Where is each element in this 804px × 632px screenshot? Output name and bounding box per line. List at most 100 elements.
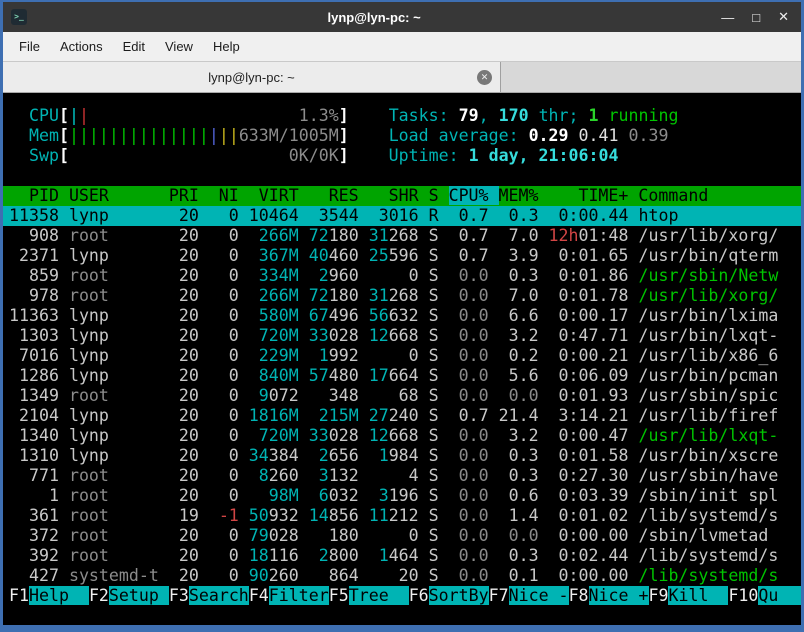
user-cell: root [69,466,169,485]
user-cell: root [69,546,169,565]
process-row[interactable]: 361 root 19 -1 50932 14856 11212 S 0.0 1… [3,506,801,526]
shr-cell: 3 [369,486,389,505]
user-cell: root [69,286,169,305]
fkey-f10[interactable]: F10Qu [728,586,801,605]
fkey-f3[interactable]: F3Search [169,586,249,605]
time-cell: 0:00.00 [549,526,639,545]
virt-cell: 266M [249,286,309,305]
fkey-f2[interactable]: F2Setup [89,586,169,605]
time-cell: 0:01.65 [549,246,639,265]
state-cell: S [429,386,449,405]
virt-cell: 840M [249,366,309,385]
process-row[interactable]: 1303 lynp 20 0 720M 33028 12668 S 0.0 3.… [3,326,801,346]
cpu-cell: 0.7 [449,406,499,425]
command-cell: /lib/systemd/s [638,506,778,525]
process-row[interactable]: 2371 lynp 20 0 367M 40460 25596 S 0.7 3.… [3,246,801,266]
virt-cell: 9 [249,386,269,405]
fkey-f5[interactable]: F5Tree [329,586,409,605]
nice-cell: 0 [209,446,249,465]
command-cell: /usr/bin/lxima [638,306,778,325]
process-row[interactable]: 392 root 20 0 18116 2800 1464 S 0.0 0.3 … [3,546,801,566]
tab-close-icon[interactable]: ✕ [477,70,492,85]
process-row[interactable]: 1 root 20 0 98M 6032 3196 S 0.0 0.6 0:03… [3,486,801,506]
state-cell: S [429,466,449,485]
priority-cell: 20 [169,466,209,485]
mem-cell: 3.2 [499,326,549,345]
state-cell: S [429,506,449,525]
process-table-header[interactable]: PID USER PRI NI VIRT RES SHR S CPU% MEM%… [3,186,801,206]
fkey-f8[interactable]: F8Nice + [569,586,649,605]
virt-cell: 116 [269,546,309,565]
res-cell: 72 [309,286,329,305]
priority-cell: 20 [169,526,209,545]
process-row[interactable]: 978 root 20 0 266M 72180 31268 S 0.0 7.0… [3,286,801,306]
res-cell: 960 [329,266,369,285]
cpu-cell: 0.0 [449,306,499,325]
shr-cell: 27 [369,406,389,425]
menu-item-edit[interactable]: Edit [113,34,155,59]
fkey-f7[interactable]: F7Nice - [489,586,569,605]
sort-column-header[interactable]: CPU% [449,186,499,205]
swp-meter-line: Swp[ 0K/0K] Uptime: 1 day, 21:06:04 [3,146,801,166]
nice-cell: 0 [209,206,249,225]
shr-cell: 984 [389,446,429,465]
process-row[interactable]: 1286 lynp 20 0 840M 57480 17664 S 0.0 5.… [3,366,801,386]
process-row[interactable]: 372 root 20 0 79028 180 0 S 0.0 0.0 0:00… [3,526,801,546]
process-row[interactable]: 908 root 20 0 266M 72180 31268 S 0.7 7.0… [3,226,801,246]
fkey-f9[interactable]: F9Kill [649,586,729,605]
virt-cell: 367M [249,246,309,265]
command-cell: /usr/lib/xorg/ [638,226,778,245]
close-button[interactable]: ✕ [778,9,789,25]
res-cell: 215M [309,406,369,425]
nice-cell: 0 [209,266,249,285]
virt-cell: 50 [249,506,269,525]
cpu-cell: 0.0 [449,386,499,405]
nice-cell: 0 [209,426,249,445]
mem-cell: 5.6 [499,366,549,385]
process-row[interactable]: 11363 lynp 20 0 580M 67496 56632 S 0.0 6… [3,306,801,326]
shr-cell: 11 [369,506,389,525]
user-cell: lynp [69,406,169,425]
pid-cell: 2104 [9,406,69,425]
menu-item-actions[interactable]: Actions [50,34,113,59]
process-row[interactable]: 1340 lynp 20 0 720M 33028 12668 S 0.0 3.… [3,426,801,446]
shr-cell: 0 [369,346,429,365]
nice-cell: 0 [209,386,249,405]
process-row[interactable]: 859 root 20 0 334M 2960 0 S 0.0 0.3 0:01… [3,266,801,286]
fkey-f6[interactable]: F6SortBy [409,586,489,605]
menu-item-view[interactable]: View [155,34,203,59]
process-row[interactable]: 11358 lynp 20 0 10464 3544 3016 R 0.7 0.… [3,206,801,226]
process-row[interactable]: 7016 lynp 20 0 229M 1992 0 S 0.0 0.2 0:0… [3,346,801,366]
cpu-meter-label: CPU [9,106,59,125]
shr-cell: 68 [369,386,429,405]
process-row[interactable]: 771 root 20 0 8260 3132 4 S 0.0 0.3 0:27… [3,466,801,486]
maximize-button[interactable]: □ [752,10,760,25]
state-cell: S [429,326,449,345]
res-cell: 132 [329,466,369,485]
state-cell: S [429,446,449,465]
terminal-tab[interactable]: lynp@lyn-pc: ~ ✕ [3,62,501,92]
cpu-cell: 0.0 [449,506,499,525]
time-cell: 0:06.09 [549,366,639,385]
process-row[interactable]: 2104 lynp 20 0 1816M 215M 27240 S 0.7 21… [3,406,801,426]
res-cell: 180 [329,226,369,245]
priority-cell: 20 [169,226,209,245]
process-row[interactable]: 427 systemd-t 20 0 90260 864 20 S 0.0 0.… [3,566,801,586]
menu-item-help[interactable]: Help [203,34,250,59]
priority-cell: 20 [169,326,209,345]
cpu-cell: 0.0 [449,366,499,385]
menu-item-file[interactable]: File [9,34,50,59]
process-row[interactable]: 1310 lynp 20 0 34384 2656 1984 S 0.0 0.3… [3,446,801,466]
command-cell: /sbin/init spl [638,486,778,505]
user-cell: lynp [69,426,169,445]
fkey-f1[interactable]: F1Help [9,586,89,605]
virt-cell: 464 [269,206,309,225]
process-row[interactable]: 1349 root 20 0 9072 348 68 S 0.0 0.0 0:0… [3,386,801,406]
priority-cell: 20 [169,486,209,505]
mem-meter-text: 633M/1005M [239,126,339,145]
minimize-button[interactable]: — [721,10,734,25]
user-cell: root [69,486,169,505]
tab-label: lynp@lyn-pc: ~ [208,70,295,85]
user-cell: systemd-t [69,566,169,585]
fkey-f4[interactable]: F4Filter [249,586,329,605]
